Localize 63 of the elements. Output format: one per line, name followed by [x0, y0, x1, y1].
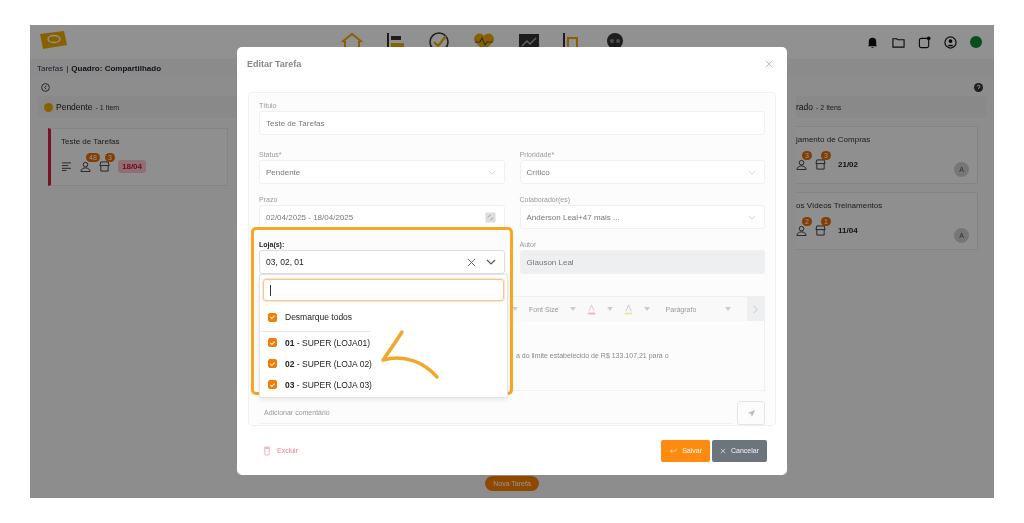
title-field[interactable]: Teste de Tarefas — [259, 111, 765, 135]
option-label: 01 - SUPER (LOJA01) — [285, 337, 371, 348]
due-date: 21/02 — [837, 159, 860, 171]
bell-icon[interactable] — [866, 35, 879, 49]
option-label: Desmarque todos — [285, 312, 353, 322]
checkbox[interactable] — [268, 338, 277, 347]
trash-icon — [263, 445, 271, 456]
select-field[interactable]: Anderson Leal+47 mais ... — [519, 205, 765, 229]
close-icon — [720, 447, 726, 454]
select-field[interactable]: Crítico — [519, 160, 765, 184]
back-icon[interactable] — [41, 83, 50, 92]
date-field[interactable]: 02/04/2025 - 18/04/2025 — [259, 205, 505, 229]
store-icon — [815, 159, 826, 170]
note-icon[interactable] — [918, 35, 931, 49]
highlight-color-icon[interactable] — [623, 303, 633, 315]
checkbox[interactable] — [268, 359, 277, 368]
chevron-icon[interactable] — [485, 259, 496, 265]
store-icon — [815, 225, 826, 236]
caret-icon — [725, 307, 732, 311]
author-field: Glauson Leal — [519, 250, 765, 274]
chevron-icon — [487, 169, 496, 175]
option-label: 02 - SUPER (LOJA 02) — [285, 358, 372, 369]
user-circle-icon[interactable] — [944, 35, 957, 49]
caret-icon — [606, 307, 613, 311]
breadcrumb-section[interactable]: Tarefas — [37, 63, 64, 73]
chevron-right-icon — [753, 304, 758, 314]
store-select-field[interactable]: 03, 02, 01 — [259, 250, 505, 274]
card-title: jamento de Compras — [796, 135, 872, 144]
caret-icon — [512, 307, 518, 311]
chevron-icon — [748, 169, 756, 175]
checkbox[interactable] — [268, 380, 277, 389]
send-icon — [746, 408, 756, 418]
select-all-option[interactable]: Desmarque todos — [260, 305, 353, 329]
status-dot — [970, 36, 982, 48]
user-icon — [80, 161, 91, 172]
store-option[interactable]: 02 - SUPER (LOJA 02) — [260, 353, 372, 374]
due-date: 11/04 — [837, 225, 859, 237]
store-icon — [99, 161, 110, 172]
folder-icon[interactable] — [892, 35, 905, 49]
dialog-title: Editar Tarefa — [247, 58, 302, 69]
option-label: 03 - SUPER (LOJA 03) — [285, 379, 372, 390]
search-field[interactable] — [263, 279, 504, 301]
description-icon — [61, 162, 72, 171]
select-field[interactable]: Pendente — [259, 160, 505, 184]
clear-icon[interactable] — [466, 257, 476, 267]
user-icon — [796, 159, 807, 170]
user-icon — [796, 225, 807, 236]
text-color-icon[interactable] — [586, 303, 596, 315]
chevron-icon — [748, 214, 756, 220]
card-title: os Vídeos Treinamentos — [796, 201, 884, 210]
caret-icon — [643, 307, 650, 311]
breadcrumb-separator: | — [66, 63, 69, 73]
status-icon — [44, 102, 53, 112]
due-date: 18/04 — [118, 160, 147, 173]
checkbox[interactable] — [268, 312, 277, 322]
column-title: rado — [796, 102, 813, 112]
caret-icon — [569, 307, 576, 311]
return-icon — [669, 447, 678, 454]
store-option[interactable]: 03 - SUPER (LOJA 03) — [260, 374, 372, 395]
column-title: Pendente — [56, 102, 93, 112]
card-title: Teste de Tarefas — [61, 137, 121, 146]
help-icon[interactable] — [974, 83, 983, 92]
breadcrumb-board: Quadro: Compartilhado — [71, 63, 162, 73]
